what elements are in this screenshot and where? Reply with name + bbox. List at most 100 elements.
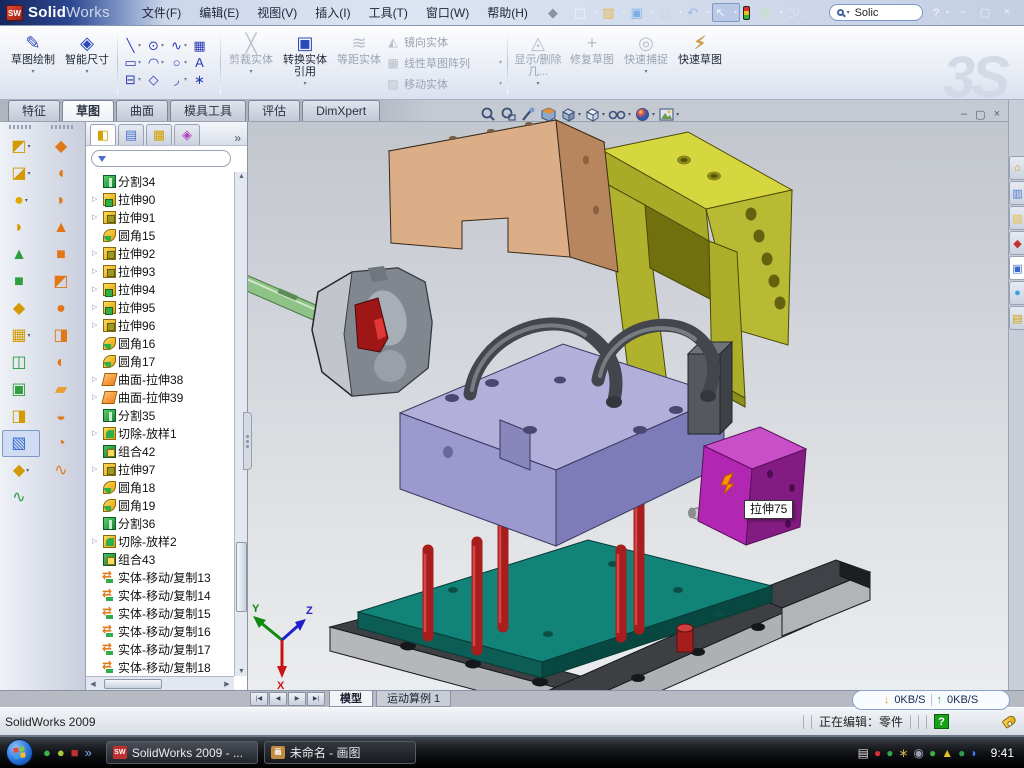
surface-planar-icon[interactable]: ● ▾ bbox=[44, 295, 82, 322]
open-icon[interactable]: ▨ ▾ bbox=[600, 4, 627, 21]
surface-flatten-icon[interactable]: ∿ ▾ bbox=[44, 457, 82, 484]
menu-item[interactable]: 插入(I) bbox=[307, 2, 358, 23]
smart-dimension-button[interactable]: ◈ 智能尺寸 ▾ bbox=[60, 28, 114, 97]
tree-item[interactable]: ▷ 拉伸97 bbox=[86, 460, 234, 478]
tree-item[interactable]: ▷ 实体-移动/复制13 bbox=[86, 568, 234, 586]
taskbar-task-button[interactable]: SW SolidWorks 2009 - ... bbox=[106, 741, 258, 764]
resources-tab[interactable]: ▥ bbox=[1009, 181, 1024, 205]
close-button[interactable]: × bbox=[999, 6, 1015, 19]
toolbar-grip[interactable] bbox=[51, 125, 75, 129]
tree-item[interactable]: ▷ 圆角17 bbox=[86, 352, 234, 370]
trim-entities-button[interactable]: ╳ 剪裁实体 ▾ bbox=[224, 28, 278, 97]
toolbar-grip[interactable] bbox=[9, 125, 33, 129]
expand-arrow-icon[interactable]: ▷ bbox=[92, 375, 101, 383]
model-upper-mold-block[interactable] bbox=[389, 120, 618, 272]
surface-fill-icon[interactable]: ◩ ▾ bbox=[44, 268, 82, 295]
swept-boss-icon[interactable]: ◗ ▾ bbox=[2, 214, 40, 241]
tree-item[interactable]: ▷ 实体-移动/复制14 bbox=[86, 586, 234, 604]
zoom-to-selection-icon[interactable] bbox=[520, 106, 537, 123]
surface-boundary-icon[interactable]: ■ ▾ bbox=[44, 241, 82, 268]
helix-icon[interactable]: ◆ ▾ bbox=[2, 457, 40, 484]
tree-item[interactable]: ▷ 拉伸94 bbox=[86, 280, 234, 298]
expand-arrow-icon[interactable]: ▷ bbox=[92, 303, 101, 311]
apply-scene-icon[interactable]: ▾ bbox=[658, 106, 679, 123]
spline-icon[interactable]: ∿▾ bbox=[169, 39, 192, 53]
featuremanager-tab[interactable]: ◧ bbox=[90, 124, 116, 145]
tree-item[interactable]: ▷ 切除-放样2 bbox=[86, 532, 234, 550]
scroll-up-arrow[interactable]: ▲ bbox=[235, 173, 248, 180]
sketch-button[interactable]: ✎ 草图绘制 ▾ bbox=[6, 28, 60, 97]
linear-sketch-pattern-button[interactable]: ▦ 线性草图阵列 ▾ bbox=[386, 53, 504, 72]
dimxpertmanager-tab[interactable]: ◈ bbox=[174, 124, 200, 145]
help-caret-icon[interactable]: ▾ bbox=[946, 9, 949, 16]
offset-entities-button[interactable]: ≋ 等距实体 ▾ bbox=[332, 28, 386, 97]
surface-trim-icon[interactable]: ◒ ▾ bbox=[44, 403, 82, 430]
quick-snaps-button[interactable]: ◎ 快速捕捉 ▾ bbox=[619, 28, 673, 97]
edit-appearance-icon[interactable]: ▾ bbox=[634, 106, 655, 123]
polygon-icon[interactable]: ◇▾ bbox=[146, 73, 169, 87]
model-magenta-block[interactable] bbox=[698, 427, 806, 545]
save-icon[interactable]: ▣ ▾ bbox=[629, 4, 656, 21]
security-plus-tray-icon[interactable]: ● bbox=[958, 746, 965, 760]
tree-item[interactable]: ▷ 曲面-拉伸38 bbox=[86, 370, 234, 388]
model-runner-insert[interactable] bbox=[312, 266, 432, 396]
extrude-cut-icon[interactable]: ◪ ▾ bbox=[2, 160, 40, 187]
zoom-fit-icon[interactable] bbox=[480, 106, 497, 123]
restore-button[interactable]: ▢ bbox=[977, 6, 993, 19]
tree-item[interactable]: ▷ 实体-移动/复制16 bbox=[86, 622, 234, 640]
view-orientation-icon[interactable]: ▾ bbox=[560, 106, 581, 123]
configurationmanager-tab[interactable]: ▦ bbox=[146, 124, 172, 145]
panel-splitter[interactable] bbox=[243, 412, 252, 470]
quicklaunch-messenger-icon[interactable]: ● bbox=[43, 745, 51, 760]
tree-item[interactable]: ▷ 曲面-拉伸39 bbox=[86, 388, 234, 406]
search-input[interactable] bbox=[853, 6, 915, 20]
repair-sketch-button[interactable]: + 修复草图 ▾ bbox=[565, 28, 619, 97]
display-delete-relations-button[interactable]: ◬ 显示/删除几... ▾ bbox=[511, 28, 565, 97]
menu-item[interactable]: 帮助(H) bbox=[479, 2, 536, 23]
tree-item[interactable]: ▷ 分割34 bbox=[86, 172, 234, 190]
home-tab[interactable]: ⌂ bbox=[1009, 156, 1024, 180]
sketch-text-icon[interactable]: A▾ bbox=[192, 56, 215, 70]
tree-item[interactable]: ▷ 圆角16 bbox=[86, 334, 234, 352]
command-tab[interactable]: 曲面 bbox=[116, 100, 168, 121]
search-box[interactable]: ▾ bbox=[829, 4, 923, 21]
zoom-area-icon[interactable] bbox=[500, 106, 517, 123]
move-entities-button[interactable]: ▧ 移动实体 ▾ bbox=[386, 74, 504, 93]
surface-knit-icon[interactable]: ▰ ▾ bbox=[44, 376, 82, 403]
tree-filter-box[interactable] bbox=[91, 150, 231, 167]
lofted-boss-icon[interactable]: ▲ ▾ bbox=[2, 241, 40, 268]
sync-blocked-tray-icon[interactable]: ◗ bbox=[970, 746, 977, 760]
help-button[interactable]: ? bbox=[933, 6, 940, 20]
expand-arrow-icon[interactable]: ▷ bbox=[92, 321, 101, 329]
ellipse-icon[interactable]: ○▾ bbox=[169, 56, 192, 70]
doc-close-button[interactable]: × bbox=[994, 108, 1000, 121]
pin-menu-icon[interactable]: ◆ ▾ bbox=[546, 4, 571, 21]
expand-arrow-icon[interactable]: ▷ bbox=[92, 249, 101, 257]
search-caret-icon[interactable]: ▾ bbox=[847, 9, 850, 16]
new-document-icon[interactable]: ▢ ▾ bbox=[572, 4, 599, 21]
tree-item[interactable]: ▷ 拉伸92 bbox=[86, 244, 234, 262]
mirror-icon[interactable]: ◫ ▾ bbox=[2, 349, 40, 376]
antivirus-alert-tray-icon[interactable]: ● bbox=[874, 746, 881, 760]
shell-icon[interactable]: ■ ▾ bbox=[2, 268, 40, 295]
expand-arrow-icon[interactable]: ▷ bbox=[92, 537, 101, 545]
tree-item[interactable]: ▷ 拉伸95 bbox=[86, 298, 234, 316]
tag-icon[interactable] bbox=[1002, 714, 1018, 729]
expand-arrow-icon[interactable]: ▷ bbox=[92, 213, 101, 221]
menu-item[interactable]: 文件(F) bbox=[134, 2, 189, 23]
extrude-boss-icon[interactable]: ◩ ▾ bbox=[2, 133, 40, 160]
expand-arrow-icon[interactable]: ▷ bbox=[92, 429, 101, 437]
command-tab[interactable]: 模具工具 bbox=[170, 100, 246, 121]
motion-back-button[interactable]: ◀ bbox=[269, 692, 287, 706]
tree-item[interactable]: ▷ 分割35 bbox=[86, 406, 234, 424]
hide-show-items-icon[interactable]: ▾ bbox=[608, 106, 631, 123]
toolbox-tab[interactable]: ◆ bbox=[1009, 231, 1024, 255]
minimize-button[interactable]: – bbox=[955, 6, 971, 19]
tree-item[interactable]: ▷ 实体-移动/复制18 bbox=[86, 658, 234, 676]
file-explorer-tab[interactable]: ▣ bbox=[1009, 256, 1024, 280]
select-arrow-icon[interactable]: ↖ ▾ bbox=[712, 3, 740, 22]
tree-item[interactable]: ▷ 实体-移动/复制15 bbox=[86, 604, 234, 622]
rib-icon[interactable]: ◆ ▾ bbox=[2, 295, 40, 322]
motion-end-button[interactable]: ▶| bbox=[307, 692, 325, 706]
expand-arrow-icon[interactable]: ▷ bbox=[92, 195, 101, 203]
